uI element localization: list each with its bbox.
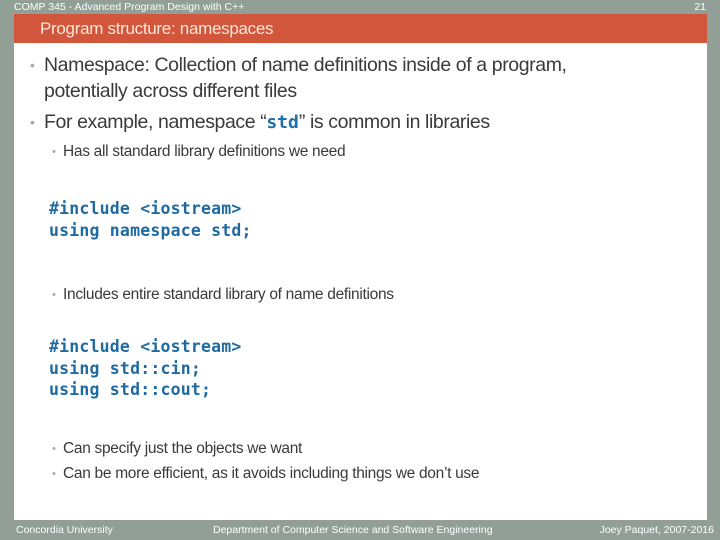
code-line: using std::cin; bbox=[49, 358, 202, 378]
sub-bullet-text: Can specify just the objects we want bbox=[63, 440, 303, 457]
code-line: #include <iostream> bbox=[49, 199, 242, 218]
code-line: using std::cout; bbox=[49, 380, 212, 399]
bullet-icon: • bbox=[52, 146, 56, 158]
bullet-icon: • bbox=[52, 468, 56, 480]
bullet-text-prefix: For example, namespace “ bbox=[44, 111, 267, 133]
footer-university: Concordia University bbox=[16, 524, 113, 536]
slide-content: • Namespace: Collection of name definiti… bbox=[14, 43, 707, 520]
bullet-icon: • bbox=[52, 289, 56, 301]
inline-code-std: std bbox=[266, 112, 299, 133]
bullet-icon: • bbox=[30, 114, 35, 130]
code-line: using namespace std; bbox=[49, 220, 252, 240]
slide-footer: Concordia University Department of Compu… bbox=[0, 520, 720, 540]
bullet-text: For example, namespace “std” is common i… bbox=[44, 110, 490, 135]
code-block-using-declarations: #include <iostream>using std::cin;using … bbox=[49, 336, 242, 401]
slide-title: Program structure: namespaces bbox=[40, 19, 274, 38]
sub-bullet-text: Includes entire standard library of name… bbox=[63, 286, 394, 303]
code-block-using-namespace: #include <iostream> using namespace std; bbox=[49, 198, 252, 241]
bullet-text-line2: potentially across different files bbox=[44, 80, 297, 102]
course-title: COMP 345 - Advanced Program Design with … bbox=[14, 1, 245, 13]
slide-number: 21 bbox=[694, 1, 706, 13]
code-line: #include <iostream> bbox=[49, 337, 242, 356]
slide-header: COMP 345 - Advanced Program Design with … bbox=[14, 0, 708, 14]
sub-bullet-text: Can be more efficient, as it avoids incl… bbox=[63, 465, 480, 482]
sub-bullet-text: Has all standard library definitions we … bbox=[63, 143, 346, 160]
bullet-icon: • bbox=[52, 443, 56, 455]
bullet-text-suffix: ” is common in libraries bbox=[298, 111, 490, 133]
title-bar: Program structure: namespaces bbox=[14, 14, 707, 43]
bullet-icon: • bbox=[30, 57, 35, 73]
footer-author: Joey Paquet, 2007-2016 bbox=[599, 524, 714, 536]
footer-department: Department of Computer Science and Softw… bbox=[213, 524, 493, 536]
bullet-text-line1: Namespace: Collection of name definition… bbox=[44, 54, 567, 76]
